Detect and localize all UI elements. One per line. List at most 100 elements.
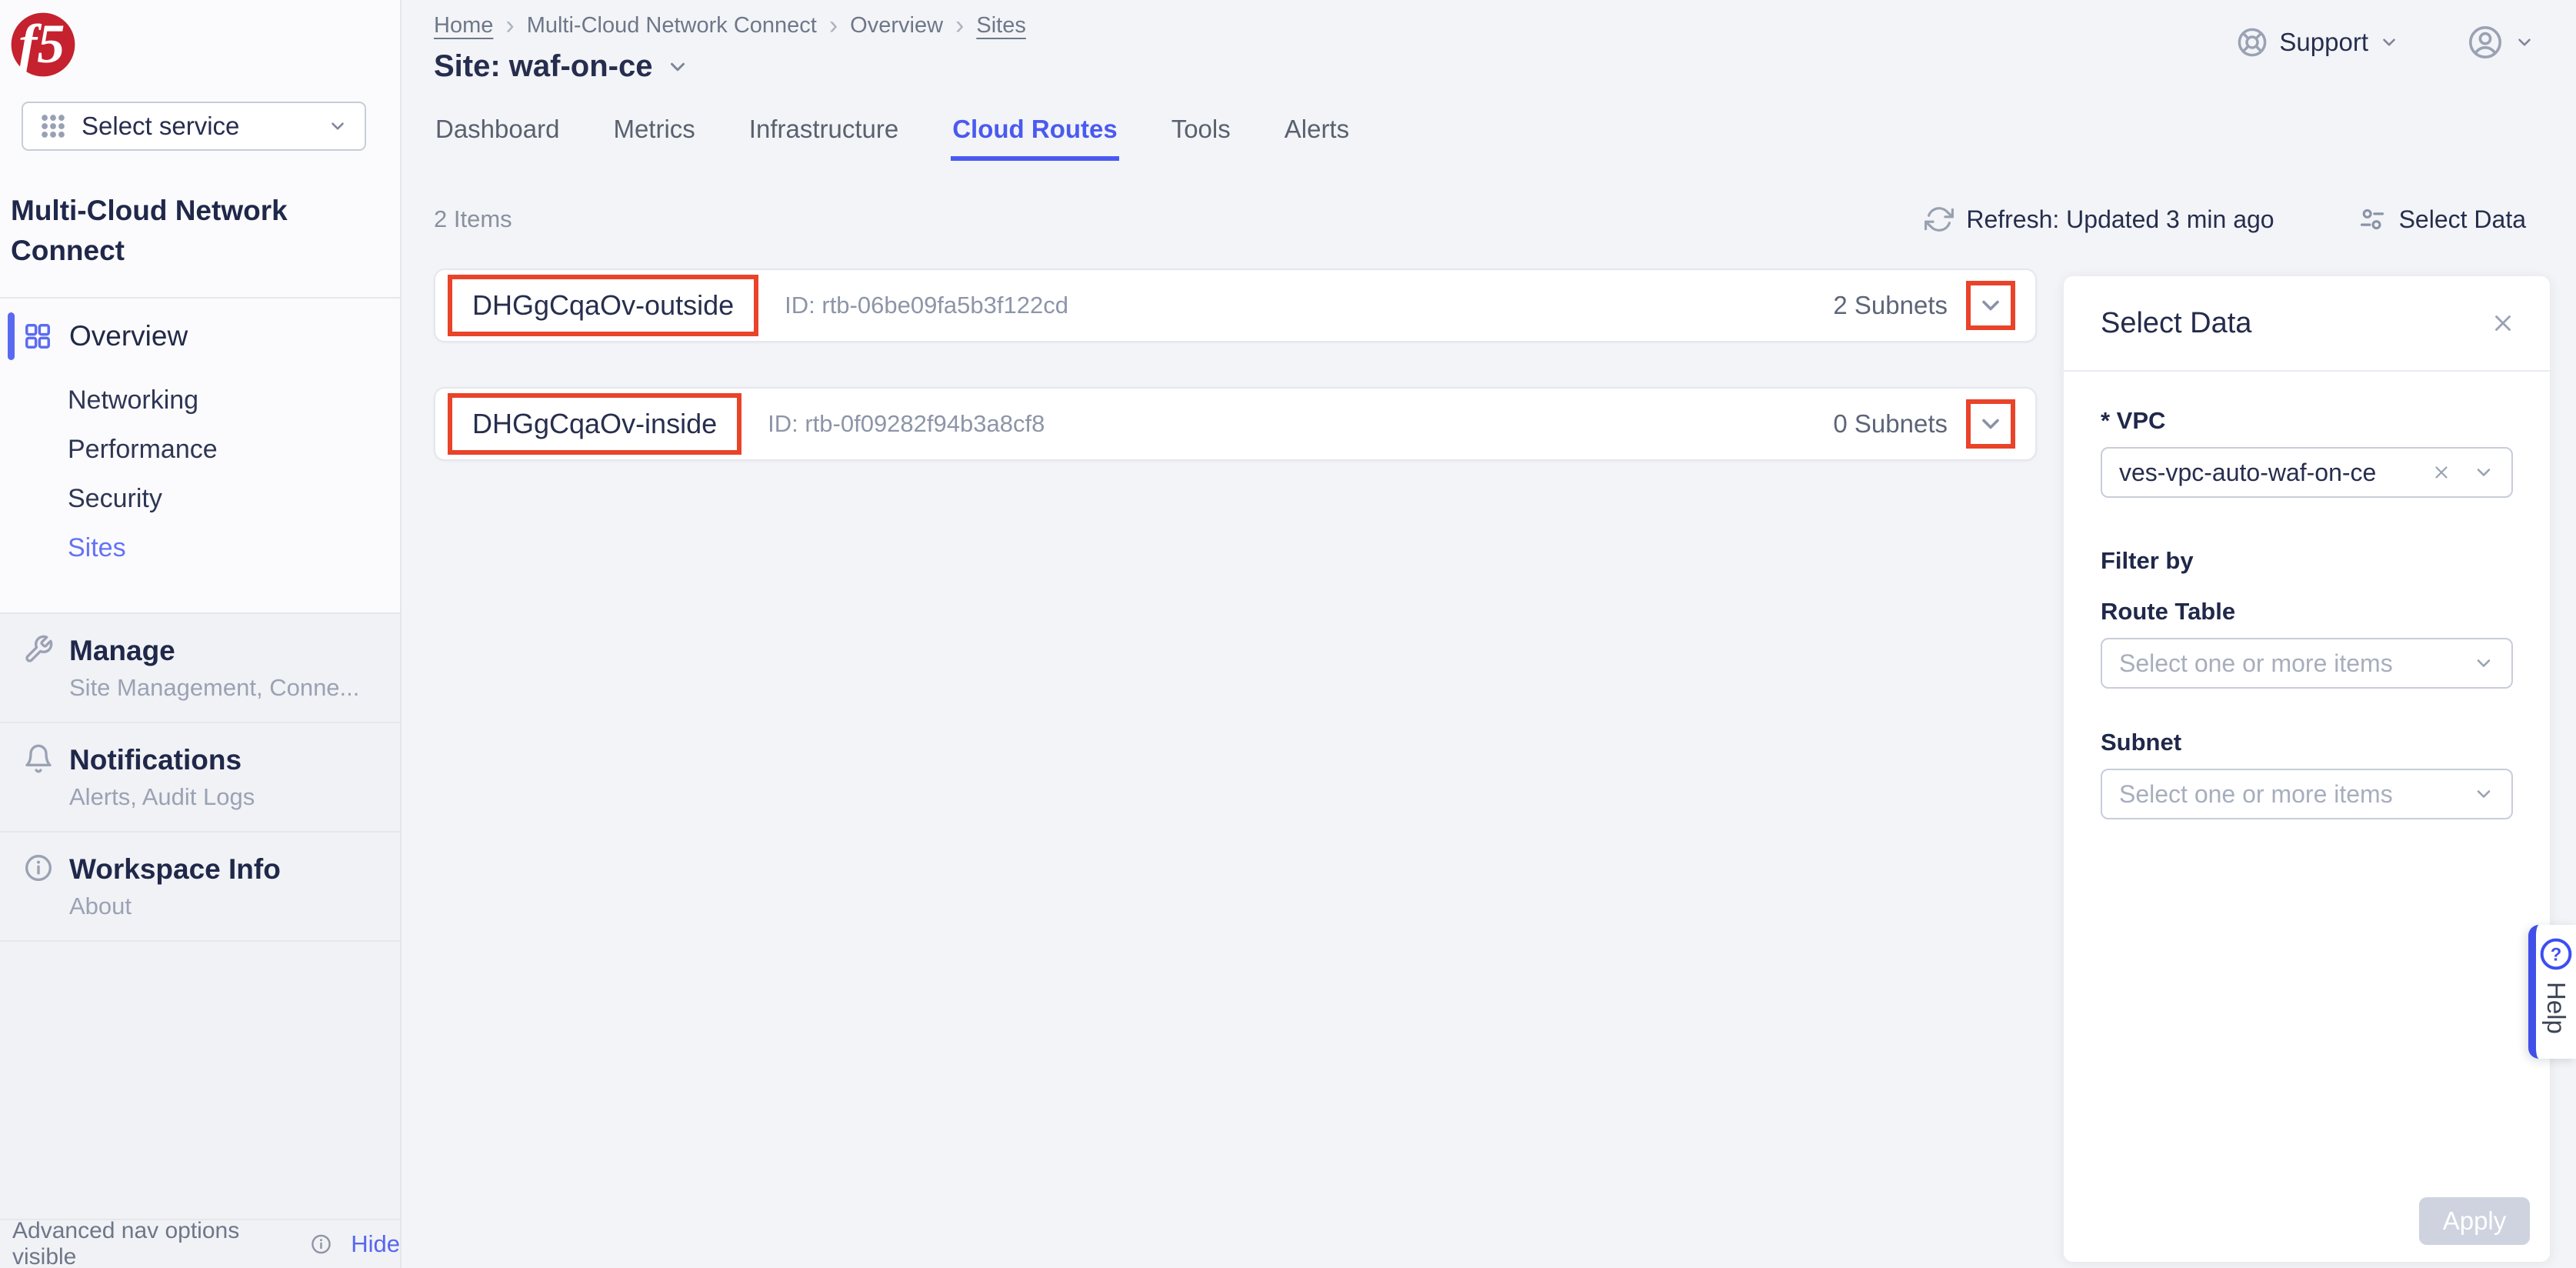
- select-data-panel: Select Data * VPC ves-vpc-auto-waf-on-ce: [2064, 276, 2550, 1262]
- route-table-row: DHGgCqaOv-outside ID: rtb-06be09fa5b3f12…: [434, 269, 2037, 342]
- sidebar-item-overview[interactable]: Overview: [0, 308, 400, 365]
- breadcrumb-home[interactable]: Home: [434, 13, 493, 38]
- user-avatar-icon: [2467, 24, 2504, 61]
- tab-tools[interactable]: Tools: [1170, 115, 1232, 161]
- section-label: Workspace Info: [69, 853, 281, 886]
- sidebar-item-performance[interactable]: Performance: [0, 425, 400, 474]
- hide-nav-link[interactable]: Hide: [351, 1230, 400, 1258]
- refresh-label: Refresh: Updated 3 min ago: [1966, 205, 2274, 234]
- refresh-icon: [1925, 205, 1954, 234]
- breadcrumb-separator: ›: [955, 12, 964, 38]
- breadcrumb-separator: ›: [505, 12, 514, 38]
- section-label: Manage: [69, 634, 359, 668]
- sidebar-item-notifications[interactable]: Notifications Alerts, Audit Logs: [0, 723, 400, 833]
- select-data-button[interactable]: Select Data: [2353, 204, 2531, 235]
- route-table-row: DHGgCqaOv-inside ID: rtb-0f09282f94b3a8c…: [434, 387, 2037, 461]
- chevron-down-icon: [2379, 32, 2399, 52]
- header-actions: Support: [2231, 23, 2539, 62]
- expand-row-button[interactable]: [1966, 399, 2015, 449]
- workspace-title: Multi-Cloud Network Connect: [11, 191, 377, 271]
- expand-row-button[interactable]: [1966, 281, 2015, 330]
- close-panel-button[interactable]: [2490, 310, 2516, 336]
- route-table-id: ID: rtb-06be09fa5b3f122cd: [785, 292, 1833, 319]
- apply-button[interactable]: Apply: [2419, 1197, 2530, 1245]
- tab-cloud-routes[interactable]: Cloud Routes: [951, 115, 1118, 161]
- chevron-down-icon: [328, 116, 348, 136]
- annotation-highlight: DHGgCqaOv-outside: [448, 275, 758, 336]
- sidebar-sections: Manage Site Management, Conne... Notific…: [0, 612, 400, 942]
- support-menu-button[interactable]: Support: [2231, 25, 2404, 59]
- panel-body: * VPC ves-vpc-auto-waf-on-ce Filter by R…: [2064, 372, 2550, 819]
- help-tab-label: Help: [2541, 982, 2571, 1034]
- grid-dots-icon: [40, 113, 66, 139]
- tab-metrics[interactable]: Metrics: [612, 115, 696, 161]
- subnet-label: Subnet: [2101, 729, 2513, 756]
- vpc-select[interactable]: ves-vpc-auto-waf-on-ce: [2101, 447, 2513, 498]
- refresh-button[interactable]: Refresh: Updated 3 min ago: [1920, 204, 2278, 235]
- breadcrumb-service: Multi-Cloud Network Connect: [527, 13, 817, 38]
- app-root: f5 Select service Multi-Cloud Network Co…: [0, 0, 2576, 1268]
- route-table-placeholder: Select one or more items: [2119, 649, 2451, 678]
- advanced-nav-text: Advanced nav options visible: [12, 1218, 299, 1268]
- subnet-select[interactable]: Select one or more items: [2101, 769, 2513, 819]
- sidebar-footer: Advanced nav options visible Hide: [0, 1219, 400, 1268]
- panel-title: Select Data: [2101, 307, 2251, 340]
- route-table-name: DHGgCqaOv-inside: [472, 408, 717, 440]
- svg-text:f5: f5: [18, 13, 65, 75]
- sidebar-filler: [0, 942, 400, 1219]
- close-icon: [2490, 310, 2516, 336]
- page-title: Site: waf-on-ce: [434, 49, 652, 84]
- f5-logo[interactable]: f5: [9, 11, 77, 78]
- select-service-dropdown[interactable]: Select service: [22, 102, 366, 151]
- section-subtitle: Alerts, Audit Logs: [69, 783, 255, 811]
- support-label: Support: [2279, 28, 2368, 57]
- info-icon: [310, 1233, 332, 1256]
- subnet-placeholder: Select one or more items: [2119, 780, 2451, 809]
- clear-selection-icon[interactable]: [2431, 462, 2451, 482]
- breadcrumb-overview: Overview: [850, 13, 943, 38]
- tab-alerts[interactable]: Alerts: [1283, 115, 1351, 161]
- route-table-name: DHGgCqaOv-outside: [472, 289, 734, 322]
- filter-by-label: Filter by: [2101, 547, 2513, 575]
- list-toolbar: 2 Items Refresh: Updated 3 min ago Selec…: [434, 204, 2576, 235]
- tab-bar: Dashboard Metrics Infrastructure Cloud R…: [434, 115, 2576, 161]
- lifebuoy-icon: [2236, 26, 2268, 58]
- select-service-label: Select service: [82, 112, 312, 141]
- route-table-list: DHGgCqaOv-outside ID: rtb-06be09fa5b3f12…: [434, 269, 2037, 461]
- tab-infrastructure[interactable]: Infrastructure: [748, 115, 900, 161]
- route-table-label: Route Table: [2101, 598, 2513, 626]
- section-label: Notifications: [69, 743, 255, 777]
- sidebar-item-sites[interactable]: Sites: [0, 523, 400, 572]
- chevron-down-icon: [2473, 783, 2494, 805]
- section-subtitle: Site Management, Conne...: [69, 674, 359, 702]
- route-table-id: ID: rtb-0f09282f94b3a8cf8: [768, 410, 1833, 438]
- section-subtitle: About: [69, 893, 281, 920]
- sliders-icon: [2358, 205, 2387, 234]
- breadcrumb-separator: ›: [829, 12, 838, 38]
- wrench-icon: [23, 634, 54, 665]
- route-table-select[interactable]: Select one or more items: [2101, 638, 2513, 689]
- sidebar-top: f5 Select service Multi-Cloud Network Co…: [0, 0, 400, 612]
- chevron-down-icon[interactable]: [666, 55, 689, 78]
- panel-header: Select Data: [2064, 276, 2550, 370]
- select-data-label: Select Data: [2399, 205, 2526, 234]
- items-count: 2 Items: [434, 205, 512, 233]
- sidebar-item-workspace-info[interactable]: Workspace Info About: [0, 833, 400, 942]
- subnet-count: 0 Subnets: [1833, 409, 1948, 439]
- vpc-selected-value: ves-vpc-auto-waf-on-ce: [2119, 459, 2431, 487]
- sidebar-item-networking[interactable]: Networking: [0, 375, 400, 425]
- main-content: Home › Multi-Cloud Network Connect › Ove…: [402, 0, 2576, 1268]
- sidebar-item-manage[interactable]: Manage Site Management, Conne...: [0, 614, 400, 723]
- chevron-down-icon: [2473, 462, 2494, 483]
- tab-dashboard[interactable]: Dashboard: [434, 115, 561, 161]
- subnet-count: 2 Subnets: [1833, 291, 1948, 320]
- bell-icon: [23, 743, 54, 774]
- help-tab[interactable]: ? Help: [2528, 925, 2576, 1059]
- overview-grid-icon: [23, 322, 52, 351]
- breadcrumb-sites[interactable]: Sites: [976, 13, 1025, 38]
- sidebar-nav: Overview Networking Performance Security…: [0, 308, 400, 572]
- account-menu-button[interactable]: [2462, 23, 2539, 62]
- chevron-down-icon: [1977, 292, 2004, 319]
- annotation-highlight: DHGgCqaOv-inside: [448, 393, 741, 455]
- sidebar-item-security[interactable]: Security: [0, 474, 400, 523]
